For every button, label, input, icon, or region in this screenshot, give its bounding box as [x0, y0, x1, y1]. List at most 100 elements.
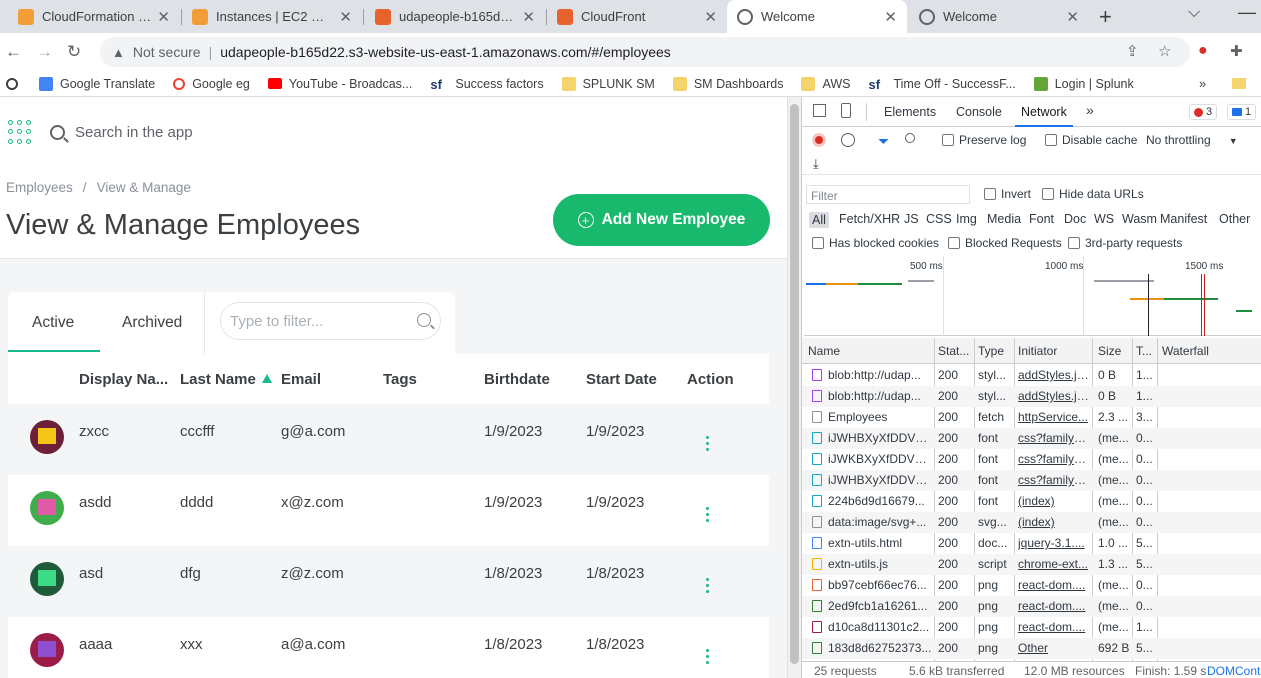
type-filter-manifest[interactable]: Manifest: [1160, 212, 1207, 226]
apps-icon[interactable]: [6, 77, 25, 90]
table-row[interactable]: zxcc cccfff g@a.com 1/9/2023 1/9/2023: [8, 404, 769, 475]
app-search[interactable]: Search in the app: [50, 115, 484, 149]
type-filter-all[interactable]: All: [809, 212, 829, 228]
type-filter-font[interactable]: Font: [1029, 212, 1054, 226]
reload-icon[interactable]: ↻: [67, 42, 81, 62]
request-initiator[interactable]: addStyles.js...: [1018, 368, 1090, 382]
new-tab-icon[interactable]: +: [1099, 4, 1112, 30]
bookmark-aws[interactable]: AWS: [801, 76, 850, 91]
hide-data-urls-checkbox[interactable]: Hide data URLs: [1042, 187, 1144, 201]
network-request-row[interactable]: extn-utils.html 200 doc... jquery-3.1.... 1.…: [802, 533, 1261, 554]
network-request-row[interactable]: 224b6d9d16679... 200 font (index) (me... 0...: [802, 491, 1261, 512]
col-last-name[interactable]: Last Name: [180, 371, 272, 388]
tab-search-chevron-icon[interactable]: ⌵: [1188, 4, 1200, 22]
tab-archived[interactable]: Archived: [122, 314, 182, 332]
network-request-row[interactable]: extn-utils.js 200 script chrome-ext... 1.3 .…: [802, 554, 1261, 575]
invert-checkbox[interactable]: Invert: [984, 187, 1031, 201]
network-request-row[interactable]: iJWHBXyXfDDVX... 200 font css?family=... (me…: [802, 428, 1261, 449]
share-icon[interactable]: ⇪: [1126, 42, 1139, 60]
browser-tab-cloudfront[interactable]: CloudFront ✕: [547, 0, 727, 33]
row-actions-kebab-icon[interactable]: [706, 649, 709, 667]
back-icon[interactable]: ←: [5, 42, 22, 62]
minimize-icon[interactable]: —: [1238, 2, 1256, 23]
table-row[interactable]: aaaa xxx a@a.com 1/8/2023 1/8/2023: [8, 617, 769, 678]
more-bookmarks-icon[interactable]: »: [1199, 76, 1206, 91]
scrollbar-thumb[interactable]: [790, 104, 799, 664]
request-initiator[interactable]: css?family=...: [1018, 452, 1090, 466]
col-size[interactable]: Size: [1098, 344, 1121, 358]
tab-console[interactable]: Console: [956, 105, 1002, 119]
request-initiator[interactable]: jquery-3.1....: [1018, 536, 1090, 550]
request-initiator[interactable]: addStyles.js...: [1018, 389, 1090, 403]
more-tabs-icon[interactable]: »: [1086, 102, 1094, 118]
search-icon[interactable]: [905, 133, 915, 143]
bookmark-splunk-sm[interactable]: SPLUNK SM: [561, 76, 655, 91]
col-type[interactable]: Type: [978, 344, 1004, 358]
inspect-element-icon[interactable]: [813, 104, 826, 117]
error-count-badge[interactable]: 3: [1189, 104, 1218, 120]
bookmark-youtube[interactable]: YouTube - Broadcas...: [267, 77, 412, 91]
request-initiator[interactable]: css?family=...: [1018, 431, 1090, 445]
type-filter-media[interactable]: Media: [987, 212, 1021, 226]
request-initiator[interactable]: react-dom....: [1018, 620, 1090, 634]
bookmark-sm-dashboards[interactable]: SM Dashboards: [672, 76, 783, 91]
tab-elements[interactable]: Elements: [884, 105, 936, 119]
url-text[interactable]: udapeople-b165d22.s3-website-us-east-1.a…: [220, 44, 671, 60]
request-initiator[interactable]: (index): [1018, 494, 1090, 508]
request-initiator[interactable]: react-dom....: [1018, 578, 1090, 592]
extensions-puzzle-icon[interactable]: ✚: [1230, 42, 1243, 60]
network-request-row[interactable]: 183d8d62752373... 200 png Other 692 B 5...: [802, 638, 1261, 659]
network-request-row[interactable]: blob:http://udap... 200 styl... addStyles.j…: [802, 386, 1261, 407]
close-tab-icon[interactable]: ✕: [1066, 8, 1079, 26]
bookmark-success-factors[interactable]: sf Success factors: [430, 77, 543, 92]
request-initiator[interactable]: httpService...: [1018, 410, 1090, 424]
type-filter-ws[interactable]: WS: [1094, 212, 1114, 226]
filter-funnel-icon[interactable]: ⏷: [878, 133, 889, 150]
close-tab-icon[interactable]: ✕: [884, 8, 897, 26]
close-tab-icon[interactable]: ✕: [339, 8, 352, 26]
col-time[interactable]: T...: [1136, 344, 1152, 358]
table-row[interactable]: asdd dddd x@z.com 1/9/2023 1/9/2023: [8, 475, 769, 546]
browser-tab-ec2[interactable]: Instances | EC2 Manag ✕: [182, 0, 362, 33]
tab-network[interactable]: Network: [1015, 105, 1073, 127]
col-start-date[interactable]: Start Date: [586, 371, 657, 388]
address-bar[interactable]: ▲ Not secure | udapeople-b165d22.s3-webs…: [100, 37, 1190, 67]
type-filter-js[interactable]: JS: [904, 212, 919, 226]
browser-tab-s3[interactable]: udapeople-b165d22 - ✕: [365, 0, 545, 33]
message-count-badge[interactable]: 1: [1227, 104, 1257, 120]
network-request-row[interactable]: Employees 200 fetch httpService... 2.3 ... 3.…: [802, 407, 1261, 428]
close-tab-icon[interactable]: ✕: [704, 8, 717, 26]
col-tags[interactable]: Tags: [383, 371, 417, 388]
row-actions-kebab-icon[interactable]: [706, 578, 709, 596]
disable-cache-checkbox[interactable]: Disable cache: [1045, 133, 1137, 147]
breadcrumb-employees[interactable]: Employees: [6, 180, 73, 195]
blocked-requests-checkbox[interactable]: Blocked Requests: [948, 236, 1062, 250]
preserve-log-checkbox[interactable]: Preserve log: [942, 133, 1026, 147]
clear-icon[interactable]: [841, 133, 855, 147]
filter-input[interactable]: Type to filter...: [220, 302, 441, 340]
request-initiator[interactable]: (index): [1018, 515, 1090, 529]
bookmark-google-translate[interactable]: Google Translate: [39, 76, 155, 91]
type-filter-css[interactable]: CSS: [926, 212, 952, 226]
type-filter-img[interactable]: Img: [956, 212, 977, 226]
type-filter-fetch[interactable]: Fetch/XHR: [839, 212, 900, 226]
type-filter-wasm[interactable]: Wasm: [1122, 212, 1157, 226]
bookmark-time-off[interactable]: sf Time Off - SuccessF...: [868, 77, 1015, 92]
network-request-row[interactable]: data:image/svg+... 200 svg... (index) (me...…: [802, 512, 1261, 533]
forward-icon[interactable]: →: [36, 42, 53, 62]
bookmark-google-eg[interactable]: Google eg: [173, 77, 250, 91]
browser-tab-welcome[interactable]: Welcome ✕: [909, 0, 1089, 33]
extension-icon[interactable]: ●: [1198, 42, 1208, 60]
col-waterfall[interactable]: Waterfall: [1162, 344, 1209, 358]
bookmark-login-splunk[interactable]: Login | Splunk: [1033, 76, 1134, 91]
request-initiator[interactable]: Other: [1018, 641, 1090, 655]
network-request-row[interactable]: 2ed9fcb1a16261... 200 png react-dom.... (me.…: [802, 596, 1261, 617]
device-toolbar-icon[interactable]: [841, 103, 851, 118]
network-request-row[interactable]: d10ca8d11301c2... 200 png react-dom.... (me.…: [802, 617, 1261, 638]
throttling-select[interactable]: No throttling ▼: [1146, 133, 1238, 147]
table-row[interactable]: asd dfg z@z.com 1/8/2023 1/8/2023: [8, 546, 769, 617]
add-new-employee-button[interactable]: + Add New Employee: [553, 194, 770, 246]
tab-active[interactable]: Active: [8, 314, 101, 352]
request-initiator[interactable]: chrome-ext...: [1018, 557, 1090, 571]
folder-icon[interactable]: [1232, 78, 1246, 89]
